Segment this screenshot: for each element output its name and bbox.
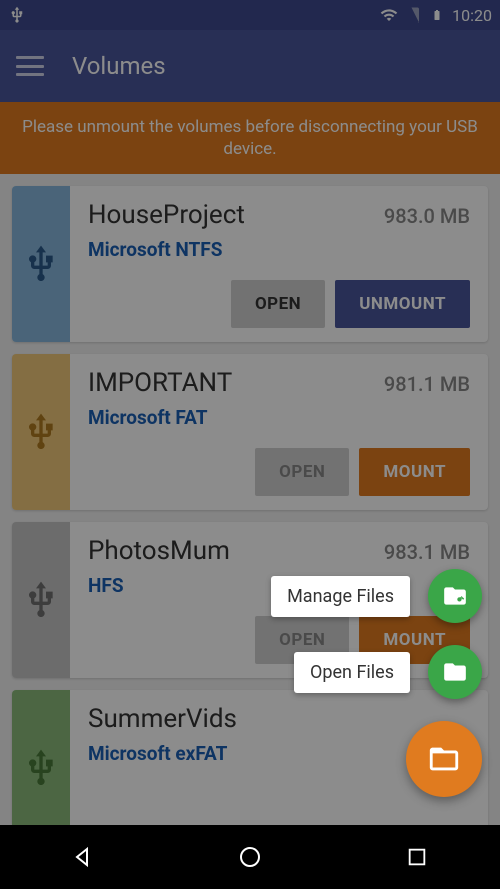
unmount-button[interactable]: UNMOUNT <box>335 280 470 328</box>
volume-name: HouseProject <box>88 200 245 230</box>
page-title: Volumes <box>72 52 166 80</box>
android-nav-bar <box>0 825 500 889</box>
mount-button[interactable]: MOUNT <box>359 448 470 496</box>
volume-stripe <box>12 354 70 510</box>
usb-icon <box>21 244 61 284</box>
volume-name: PhotosMum <box>88 536 230 566</box>
fab-label-open[interactable]: Open Files <box>294 652 410 693</box>
warning-banner: Please unmount the volumes before discon… <box>0 102 500 174</box>
volume-size: 983.0 MB <box>384 204 470 228</box>
volume-size: 983.1 MB <box>384 540 470 564</box>
open-button[interactable]: OPEN <box>231 280 325 328</box>
volume-name: IMPORTANT <box>88 368 232 398</box>
back-button[interactable] <box>68 842 98 872</box>
usb-status-icon <box>8 6 26 24</box>
volume-card: IMPORTANT 981.1 MB Microsoft FAT OPEN MO… <box>12 354 488 510</box>
folder-wrench-icon <box>442 583 468 609</box>
sim-icon <box>404 6 422 24</box>
usb-icon <box>21 580 61 620</box>
battery-icon <box>428 6 446 24</box>
volume-size: 981.1 MB <box>384 372 470 396</box>
usb-icon <box>21 412 61 452</box>
volume-filesystem: Microsoft NTFS <box>88 238 470 261</box>
volume-stripe <box>12 186 70 342</box>
folder-icon <box>442 659 468 685</box>
home-button[interactable] <box>235 842 265 872</box>
open-button: OPEN <box>255 448 349 496</box>
fab-menu: Manage Files Open Files <box>271 569 482 797</box>
recent-button[interactable] <box>402 842 432 872</box>
usb-icon <box>21 748 61 788</box>
menu-icon[interactable] <box>16 56 44 76</box>
volume-filesystem: Microsoft FAT <box>88 406 470 429</box>
status-bar: 10:20 <box>0 0 500 30</box>
fab-label-manage[interactable]: Manage Files <box>271 576 410 617</box>
open-files-fab[interactable] <box>428 645 482 699</box>
app-bar: Volumes <box>0 30 500 102</box>
volume-stripe <box>12 522 70 678</box>
main-fab[interactable] <box>406 721 482 797</box>
wifi-icon <box>380 6 398 24</box>
volume-name: SummerVids <box>88 704 237 734</box>
volume-card: HouseProject 983.0 MB Microsoft NTFS OPE… <box>12 186 488 342</box>
volume-stripe <box>12 690 70 846</box>
folder-open-icon <box>427 742 461 776</box>
manage-files-fab[interactable] <box>428 569 482 623</box>
status-time: 10:20 <box>452 6 492 25</box>
